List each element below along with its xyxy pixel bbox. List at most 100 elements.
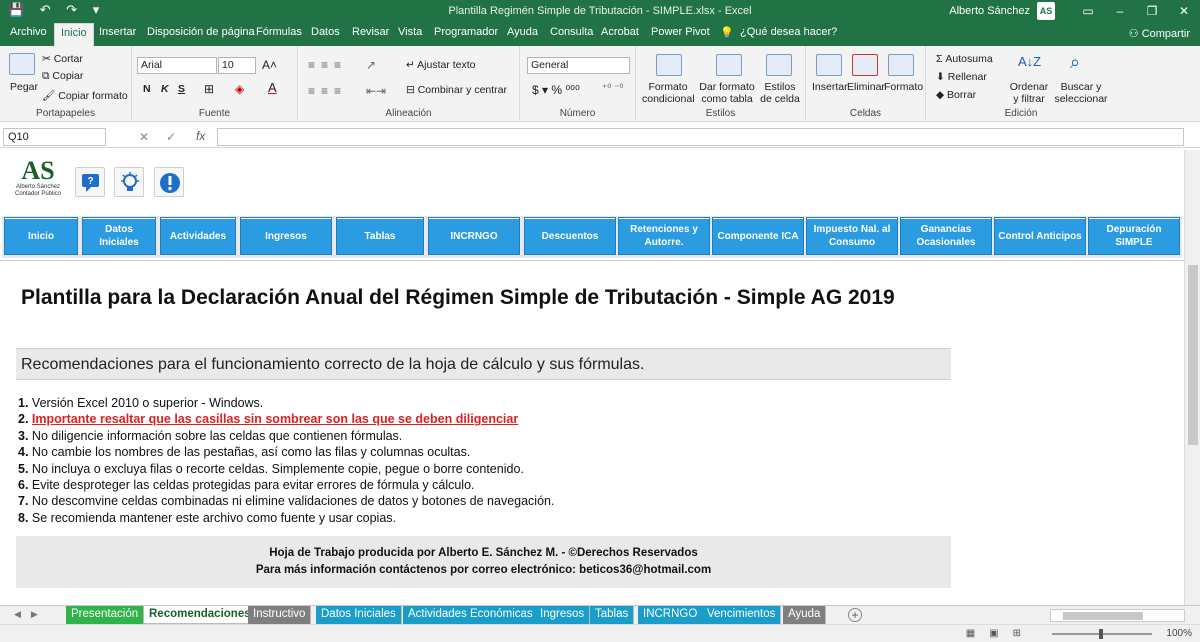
tab-inicio[interactable]: Inicio <box>54 23 94 46</box>
find-select-icon[interactable]: ⌕ <box>1070 52 1080 73</box>
nav-ganancias-ocasionales[interactable]: Ganancias Ocasionales <box>900 217 992 255</box>
nav-impuesto-consumo[interactable]: Impuesto Nal. al Consumo <box>806 217 898 255</box>
format-as-table-icon[interactable] <box>716 54 742 76</box>
idea-button[interactable] <box>114 167 144 197</box>
tab-acrobat[interactable]: Acrobat <box>601 26 639 38</box>
nav-datos-iniciales[interactable]: Datos Iniciales <box>82 217 156 255</box>
tell-me-search[interactable]: ¿Qué desea hacer? <box>740 26 837 38</box>
delete-cells-icon[interactable] <box>852 54 878 76</box>
lightbulb-icon[interactable]: 💡 <box>720 26 734 39</box>
format-cells-icon[interactable] <box>888 54 914 76</box>
sheet-tab[interactable]: Datos Iniciales <box>316 606 402 624</box>
vertical-align-icons[interactable]: ≡≡≡ <box>308 58 347 72</box>
sort-filter-button[interactable]: Ordenar y filtrar <box>1006 81 1052 105</box>
tab-archivo[interactable]: Archivo <box>10 26 47 38</box>
name-box[interactable]: Q10 <box>3 128 106 146</box>
indent-icon[interactable]: ⇤⇥ <box>366 84 386 98</box>
close-icon[interactable]: ✕ <box>1168 0 1200 22</box>
find-select-button[interactable]: Buscar y seleccionar <box>1052 81 1110 105</box>
insert-cells-button[interactable]: Insertar <box>812 81 848 93</box>
paste-button[interactable]: Pegar <box>10 81 38 93</box>
nav-inicio[interactable]: Inicio <box>4 217 78 255</box>
sheet-tab[interactable]: Ayuda <box>783 606 827 624</box>
zoom-level[interactable]: 100% <box>1166 628 1192 639</box>
formula-input[interactable] <box>217 128 1184 146</box>
cell-styles-icon[interactable] <box>766 54 792 76</box>
sheet-tab[interactable]: Instructivo <box>248 606 312 624</box>
sort-filter-icon[interactable]: A↓Z <box>1018 54 1041 69</box>
horizontal-scrollbar[interactable] <box>1050 609 1185 622</box>
cell-styles-button[interactable]: Estilos de celda <box>758 81 802 105</box>
format-cells-button[interactable]: Formato <box>884 81 923 93</box>
view-mode-icons[interactable]: ▦▣⊞ <box>966 628 1035 639</box>
paste-icon[interactable] <box>9 53 35 75</box>
wrap-text-button[interactable]: ↵ Ajustar texto <box>406 59 476 71</box>
sheet-tab[interactable]: Presentación <box>66 606 145 624</box>
nav-ingresos[interactable]: Ingresos <box>240 217 332 255</box>
font-size-select[interactable]: 10 <box>218 57 256 74</box>
clear-button[interactable]: ◆ Borrar <box>936 89 976 101</box>
nav-depuracion-simple[interactable]: Depuración SIMPLE <box>1088 217 1180 255</box>
restore-icon[interactable]: ❐ <box>1136 0 1168 22</box>
font-color-icon[interactable]: A <box>268 80 277 95</box>
merge-center-button[interactable]: ⊟ Combinar y centrar <box>406 84 507 96</box>
orientation-icon[interactable]: ↗ <box>366 58 376 72</box>
nav-componente-ica[interactable]: Componente ICA <box>712 217 804 255</box>
cut-button[interactable]: ✂ Cortar <box>42 53 83 65</box>
alert-button[interactable] <box>154 167 184 197</box>
currency-icon[interactable]: $ ▾ % ⁰⁰⁰ <box>532 83 580 97</box>
scroll-thumb[interactable] <box>1188 265 1198 445</box>
nav-actividades[interactable]: Actividades <box>160 217 236 255</box>
conditional-format-button[interactable]: Formato condicional <box>642 81 695 105</box>
add-sheet-icon[interactable]: + <box>848 608 862 622</box>
tab-disposicion[interactable]: Disposición de página <box>147 26 255 38</box>
sheet-tab[interactable]: Actividades Económicas <box>403 606 539 624</box>
format-painter-button[interactable]: 🖌 Copiar formato <box>42 89 128 102</box>
sheet-tab-active[interactable]: Recomendaciones <box>143 606 257 624</box>
tab-insertar[interactable]: Insertar <box>99 26 136 38</box>
minimize-icon[interactable]: – <box>1104 0 1136 22</box>
help-chat-button[interactable]: ? <box>75 167 105 197</box>
tab-programador[interactable]: Programador <box>434 26 498 38</box>
bold-button[interactable]: N <box>143 83 151 95</box>
nav-control-anticipos[interactable]: Control Anticipos <box>994 217 1086 255</box>
number-format-select[interactable]: General <box>527 57 630 74</box>
underline-button[interactable]: S <box>178 83 185 95</box>
sheet-tab[interactable]: INCRNGO <box>638 606 704 624</box>
vertical-scrollbar[interactable] <box>1184 150 1200 605</box>
decimal-icons[interactable]: ⁺⁰ ⁻⁰ <box>602 83 623 94</box>
tab-vista[interactable]: Vista <box>398 26 422 38</box>
nav-incrngo[interactable]: INCRNGO <box>428 217 520 255</box>
function-icon[interactable]: fx <box>196 129 205 143</box>
copy-button[interactable]: ⧉ Copiar <box>42 70 83 83</box>
format-as-table-button[interactable]: Dar formato como tabla <box>698 81 756 105</box>
worksheet[interactable]: AS Alberto Sánchez Contador Público ? In… <box>0 150 1184 605</box>
share-button[interactable]: ⚇ Compartir <box>1129 27 1190 40</box>
horizontal-scroll-thumb[interactable] <box>1063 612 1143 620</box>
enter-icon[interactable]: ✓ <box>166 130 176 144</box>
nav-retenciones[interactable]: Retenciones y Autorre. <box>618 217 710 255</box>
fill-button[interactable]: ⬇ Rellenar <box>936 71 987 83</box>
user-name[interactable]: Alberto Sánchez <box>949 5 1030 17</box>
delete-cells-button[interactable]: Eliminar <box>847 81 885 93</box>
nav-tablas[interactable]: Tablas <box>336 217 424 255</box>
italic-button[interactable]: K <box>161 83 169 95</box>
autosum-button[interactable]: Σ Autosuma <box>936 53 993 65</box>
font-grow-icon[interactable]: A˄ <box>262 58 277 72</box>
sheet-tab[interactable]: Vencimientos <box>702 606 782 624</box>
ribbon-display-icon[interactable]: ▭ <box>1072 0 1104 22</box>
tab-formulas[interactable]: Fórmulas <box>256 26 302 38</box>
zoom-slider-knob[interactable] <box>1099 629 1103 639</box>
conditional-format-icon[interactable] <box>656 54 682 76</box>
fill-color-icon[interactable]: ◈ <box>235 82 244 96</box>
sheet-nav-arrows[interactable]: ◀▶ <box>14 609 48 620</box>
borders-icon[interactable]: ⊞ <box>204 82 214 96</box>
sheet-tab[interactable]: Ingresos <box>535 606 591 624</box>
user-avatar[interactable]: AS <box>1037 2 1055 20</box>
tab-power-pivot[interactable]: Power Pivot <box>651 26 710 38</box>
horizontal-align-icons[interactable]: ≡≡≡ <box>308 84 347 98</box>
insert-cells-icon[interactable] <box>816 54 842 76</box>
sheet-tab[interactable]: Tablas <box>590 606 635 624</box>
tab-ayuda[interactable]: Ayuda <box>507 26 538 38</box>
tab-datos[interactable]: Datos <box>311 26 340 38</box>
